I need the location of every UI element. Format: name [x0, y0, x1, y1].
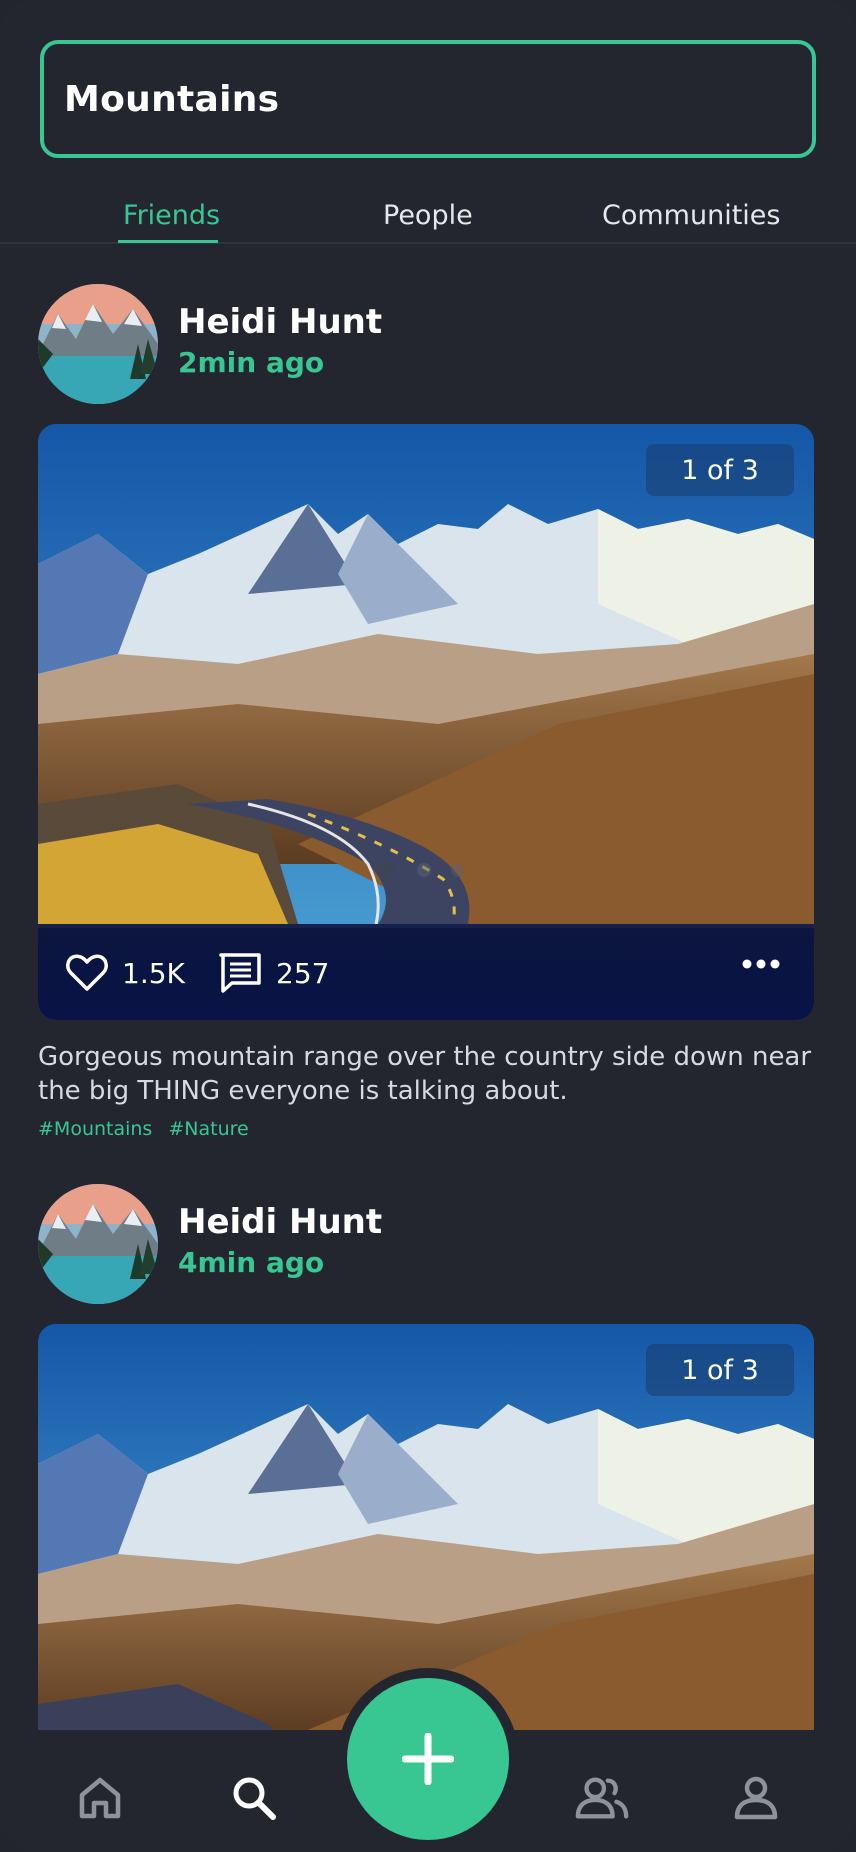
tag-link[interactable]: #Mountains — [38, 1118, 152, 1140]
photo-counter: 1 of 3 — [646, 1344, 794, 1396]
active-tab-indicator — [118, 240, 218, 243]
heart-icon — [66, 954, 108, 991]
home-icon — [79, 1777, 121, 1819]
avatar[interactable] — [38, 1184, 158, 1304]
search-input-value: Mountains — [64, 78, 280, 120]
more-options-button[interactable] — [742, 958, 780, 970]
like-button[interactable]: 1.5K — [66, 954, 185, 992]
post-author[interactable]: Heidi Hunt — [178, 1202, 382, 1242]
tab-friends[interactable]: Friends — [123, 200, 220, 231]
post-tags: #Mountains #Nature — [38, 1118, 259, 1140]
add-icon — [402, 1733, 454, 1785]
avatar[interactable] — [38, 284, 158, 404]
post-time: 2min ago — [178, 346, 325, 379]
comment-button[interactable]: 257 — [218, 952, 329, 994]
tab-communities[interactable]: Communities — [602, 200, 780, 231]
people-icon — [575, 1777, 629, 1819]
photo-counter: 1 of 3 — [646, 444, 794, 496]
app-screen: Mountains Friends People Communities Hei… — [0, 0, 856, 1852]
post-caption: Gorgeous mountain range over the country… — [38, 1042, 812, 1106]
like-count: 1.5K — [122, 956, 185, 990]
tag-link[interactable]: #Nature — [168, 1118, 248, 1140]
tab-bar: Friends People Communities — [0, 190, 856, 244]
search-icon — [233, 1777, 276, 1820]
comment-count: 257 — [276, 956, 330, 990]
post-time: 4min ago — [178, 1246, 325, 1279]
nav-people[interactable] — [574, 1770, 630, 1826]
nav-search[interactable] — [226, 1770, 282, 1826]
more-icon — [742, 959, 780, 969]
add-post-button[interactable] — [347, 1678, 509, 1840]
tab-people[interactable]: People — [383, 200, 473, 231]
profile-icon — [734, 1776, 778, 1820]
post-author[interactable]: Heidi Hunt — [178, 302, 382, 342]
nav-profile[interactable] — [728, 1770, 784, 1826]
post-photo[interactable]: 1 of 3 1.5K 257 — [38, 424, 814, 1020]
post-action-bar: 1.5K 257 — [38, 928, 814, 1020]
search-input[interactable]: Mountains — [40, 40, 816, 158]
nav-home[interactable] — [72, 1770, 128, 1826]
comment-icon — [219, 953, 261, 993]
